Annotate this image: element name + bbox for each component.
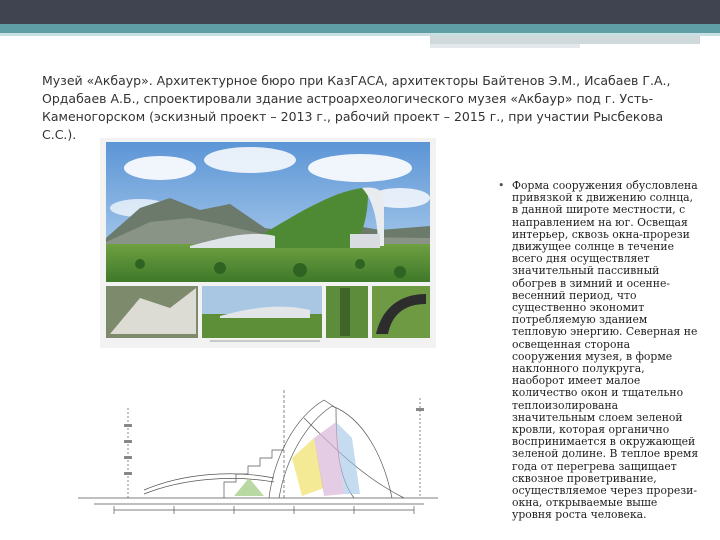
architectural-section-drawing xyxy=(74,378,444,520)
slide-title: Музей «Акбаур». Архитектурное бюро при К… xyxy=(42,73,671,142)
decor-tab xyxy=(430,36,700,44)
museum-photo-panel xyxy=(100,138,436,348)
header-bar xyxy=(0,0,720,24)
decor-tab-small xyxy=(430,44,580,48)
description-bullet: • Форма сооружения обусловлена привязкой… xyxy=(498,179,700,522)
museum-render-illustration xyxy=(106,142,430,342)
description-text: Форма сооружения обусловлена привязкой к… xyxy=(512,179,699,522)
accent-stripe xyxy=(0,24,720,33)
bullet-marker: • xyxy=(498,179,505,192)
section-line-drawing xyxy=(78,390,438,514)
